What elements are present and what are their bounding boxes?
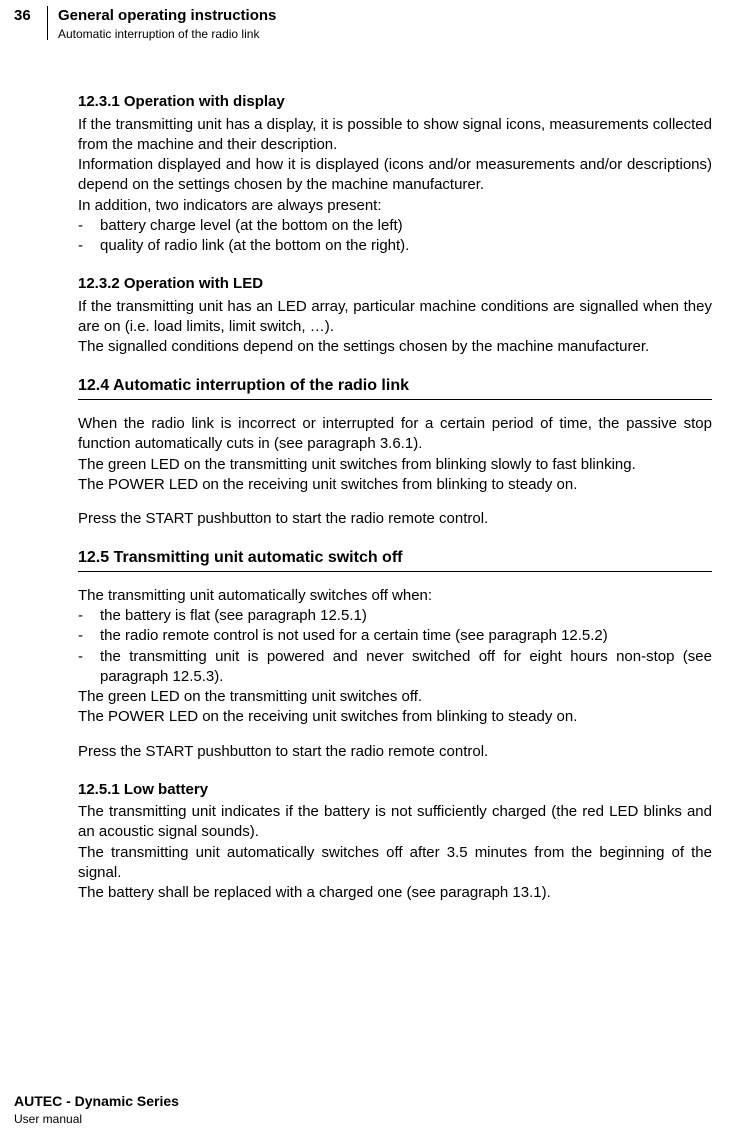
paragraph: The POWER LED on the receiving unit swit… xyxy=(78,707,712,727)
page-header: 36 General operating instructions Automa… xyxy=(0,0,742,42)
bullet-text: the radio remote control is not used for… xyxy=(100,626,712,646)
paragraph: The green LED on the transmitting unit s… xyxy=(78,687,712,707)
footer-subtitle: User manual xyxy=(14,1111,179,1127)
list-item: -the battery is flat (see paragraph 12.5… xyxy=(78,606,712,626)
list-item: -the radio remote control is not used fo… xyxy=(78,626,712,646)
bullet-text: battery charge level (at the bottom on t… xyxy=(100,216,712,236)
bullet-dash: - xyxy=(78,606,100,626)
bullet-text: quality of radio link (at the bottom on … xyxy=(100,236,712,256)
bullet-text: the transmitting unit is powered and nev… xyxy=(100,647,712,688)
section-12-3-1: 12.3.1 Operation with display If the tra… xyxy=(78,92,712,256)
bullet-dash: - xyxy=(78,236,100,256)
paragraph: In addition, two indicators are always p… xyxy=(78,196,712,216)
section-12-3-2: 12.3.2 Operation with LED If the transmi… xyxy=(78,274,712,357)
paragraph: The signalled conditions depend on the s… xyxy=(78,337,712,357)
paragraph: The transmitting unit indicates if the b… xyxy=(78,802,712,843)
page-footer: AUTEC - Dynamic Series User manual xyxy=(14,1092,179,1127)
paragraph: The green LED on the transmitting unit s… xyxy=(78,455,712,475)
paragraph: The battery shall be replaced with a cha… xyxy=(78,883,712,903)
paragraph: If the transmitting unit has an LED arra… xyxy=(78,297,712,338)
section-heading: 12.5.1 Low battery xyxy=(78,780,712,800)
list-item: -quality of radio link (at the bottom on… xyxy=(78,236,712,256)
section-heading-underlined: 12.4 Automatic interruption of the radio… xyxy=(78,375,712,400)
bullet-dash: - xyxy=(78,216,100,236)
footer-title: AUTEC - Dynamic Series xyxy=(14,1092,179,1111)
paragraph: Press the START pushbutton to start the … xyxy=(78,509,712,529)
paragraph: If the transmitting unit has a display, … xyxy=(78,115,712,156)
header-text: General operating instructions Automatic… xyxy=(48,6,276,42)
bullet-list: -the battery is flat (see paragraph 12.5… xyxy=(78,606,712,687)
paragraph: Information displayed and how it is disp… xyxy=(78,155,712,196)
paragraph: When the radio link is incorrect or inte… xyxy=(78,414,712,455)
list-item: -the transmitting unit is powered and ne… xyxy=(78,647,712,688)
list-item: -battery charge level (at the bottom on … xyxy=(78,216,712,236)
bullet-list: -battery charge level (at the bottom on … xyxy=(78,216,712,257)
header-title: General operating instructions xyxy=(58,6,276,26)
bullet-dash: - xyxy=(78,647,100,688)
paragraph: The transmitting unit automatically swit… xyxy=(78,843,712,884)
page-content: 12.3.1 Operation with display If the tra… xyxy=(0,42,742,903)
section-12-5: The transmitting unit automatically swit… xyxy=(78,586,712,762)
paragraph: Press the START pushbutton to start the … xyxy=(78,742,712,762)
section-12-4: When the radio link is incorrect or inte… xyxy=(78,414,712,529)
section-heading-underlined: 12.5 Transmitting unit automatic switch … xyxy=(78,547,712,572)
section-heading: 12.3.2 Operation with LED xyxy=(78,274,712,294)
paragraph: The POWER LED on the receiving unit swit… xyxy=(78,475,712,495)
section-12-5-1: 12.5.1 Low battery The transmitting unit… xyxy=(78,780,712,904)
bullet-text: the battery is flat (see paragraph 12.5.… xyxy=(100,606,712,626)
bullet-dash: - xyxy=(78,626,100,646)
header-subtitle: Automatic interruption of the radio link xyxy=(58,26,276,42)
section-heading: 12.3.1 Operation with display xyxy=(78,92,712,112)
page-number: 36 xyxy=(0,6,48,40)
paragraph: The transmitting unit automatically swit… xyxy=(78,586,712,606)
